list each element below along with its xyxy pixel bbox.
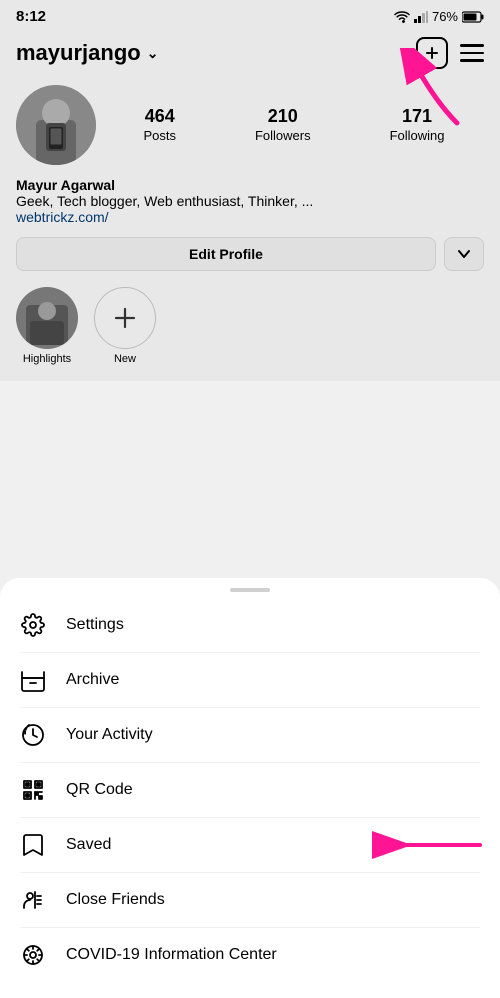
archive-label: Archive (66, 671, 119, 689)
bio-description: Geek, Tech blogger, Web enthusiast, Thin… (16, 193, 484, 209)
add-post-button[interactable] (416, 37, 448, 69)
username-row: mayurjango ⌄ (16, 40, 158, 66)
highlight-image-0 (16, 287, 78, 349)
username-label: mayurjango (16, 40, 141, 66)
status-bar: 8:12 76% (0, 0, 500, 29)
hamburger-menu-button[interactable] (460, 44, 484, 62)
bottom-sheet: Settings Archive Your Activi (0, 578, 500, 998)
highlight-item-new[interactable]: New (94, 287, 156, 365)
menu-item-saved[interactable]: Saved (20, 818, 480, 873)
sheet-handle (230, 588, 270, 592)
qr-code-label: QR Code (66, 781, 133, 799)
menu-item-close-friends[interactable]: Close Friends (20, 873, 480, 928)
edit-profile-button[interactable]: Edit Profile (16, 237, 436, 271)
highlight-label-0: Highlights (23, 353, 71, 365)
posts-count: 464 (143, 106, 176, 127)
avatar (16, 85, 96, 165)
highlight-label-new: New (114, 353, 136, 365)
plus-icon (111, 304, 139, 332)
your-activity-label: Your Activity (66, 726, 153, 744)
covid-label: COVID-19 Information Center (66, 946, 277, 964)
menu-line-1 (460, 44, 484, 47)
activity-icon (20, 722, 46, 748)
following-stat[interactable]: 171 Following (390, 106, 445, 145)
posts-stat[interactable]: 464 Posts (143, 106, 176, 145)
following-count: 171 (390, 106, 445, 127)
gear-icon (20, 612, 46, 638)
plus-square-icon (423, 44, 441, 62)
signal-icon (414, 11, 428, 23)
menu-item-qr-code[interactable]: QR Code (20, 763, 480, 818)
covid-icon (20, 942, 46, 968)
posts-label: Posts (143, 128, 176, 143)
menu-item-settings[interactable]: Settings (20, 598, 480, 653)
stats-row: 464 Posts 210 Followers 171 Following (16, 85, 484, 165)
highlight-circle-0 (16, 287, 78, 349)
highlights-row: Highlights New (16, 287, 484, 365)
menu-line-2 (460, 52, 484, 55)
menu-item-covid[interactable]: COVID-19 Information Center (20, 928, 480, 982)
saved-arrow-annotation (370, 830, 490, 860)
stat-items: 464 Posts 210 Followers 171 Following (104, 106, 484, 145)
menu-item-your-activity[interactable]: Your Activity (20, 708, 480, 763)
status-icons: 76% (394, 9, 484, 24)
close-friends-icon (20, 887, 46, 913)
bio-section: Mayur Agarwal Geek, Tech blogger, Web en… (16, 177, 484, 225)
avatar-image (16, 85, 96, 165)
menu-item-archive[interactable]: Archive (20, 653, 480, 708)
chevron-down-icon (457, 247, 471, 261)
settings-label: Settings (66, 616, 124, 634)
following-label: Following (390, 128, 445, 143)
qr-code-icon (20, 777, 46, 803)
saved-label: Saved (66, 836, 111, 854)
full-name: Mayur Agarwal (16, 177, 484, 193)
top-icons (416, 37, 484, 69)
profile-dropdown-button[interactable] (444, 237, 484, 271)
followers-count: 210 (255, 106, 311, 127)
status-time: 8:12 (16, 8, 46, 25)
bookmark-icon (20, 832, 46, 858)
followers-stat[interactable]: 210 Followers (255, 106, 311, 145)
username-dropdown-icon[interactable]: ⌄ (147, 45, 159, 62)
edit-profile-row: Edit Profile (16, 237, 484, 271)
battery-icon (462, 11, 484, 23)
sheet-handle-area (0, 578, 500, 598)
followers-label: Followers (255, 128, 311, 143)
menu-list: Settings Archive Your Activi (0, 598, 500, 982)
profile-area: mayurjango ⌄ (0, 29, 500, 381)
wifi-icon (394, 11, 410, 23)
highlight-item-0[interactable]: Highlights (16, 287, 78, 365)
menu-line-3 (460, 59, 484, 62)
top-nav: mayurjango ⌄ (16, 37, 484, 69)
close-friends-label: Close Friends (66, 891, 165, 909)
battery-text: 76% (432, 9, 458, 24)
bio-link[interactable]: webtrickz.com/ (16, 209, 484, 225)
archive-icon (20, 667, 46, 693)
highlight-add-circle[interactable] (94, 287, 156, 349)
